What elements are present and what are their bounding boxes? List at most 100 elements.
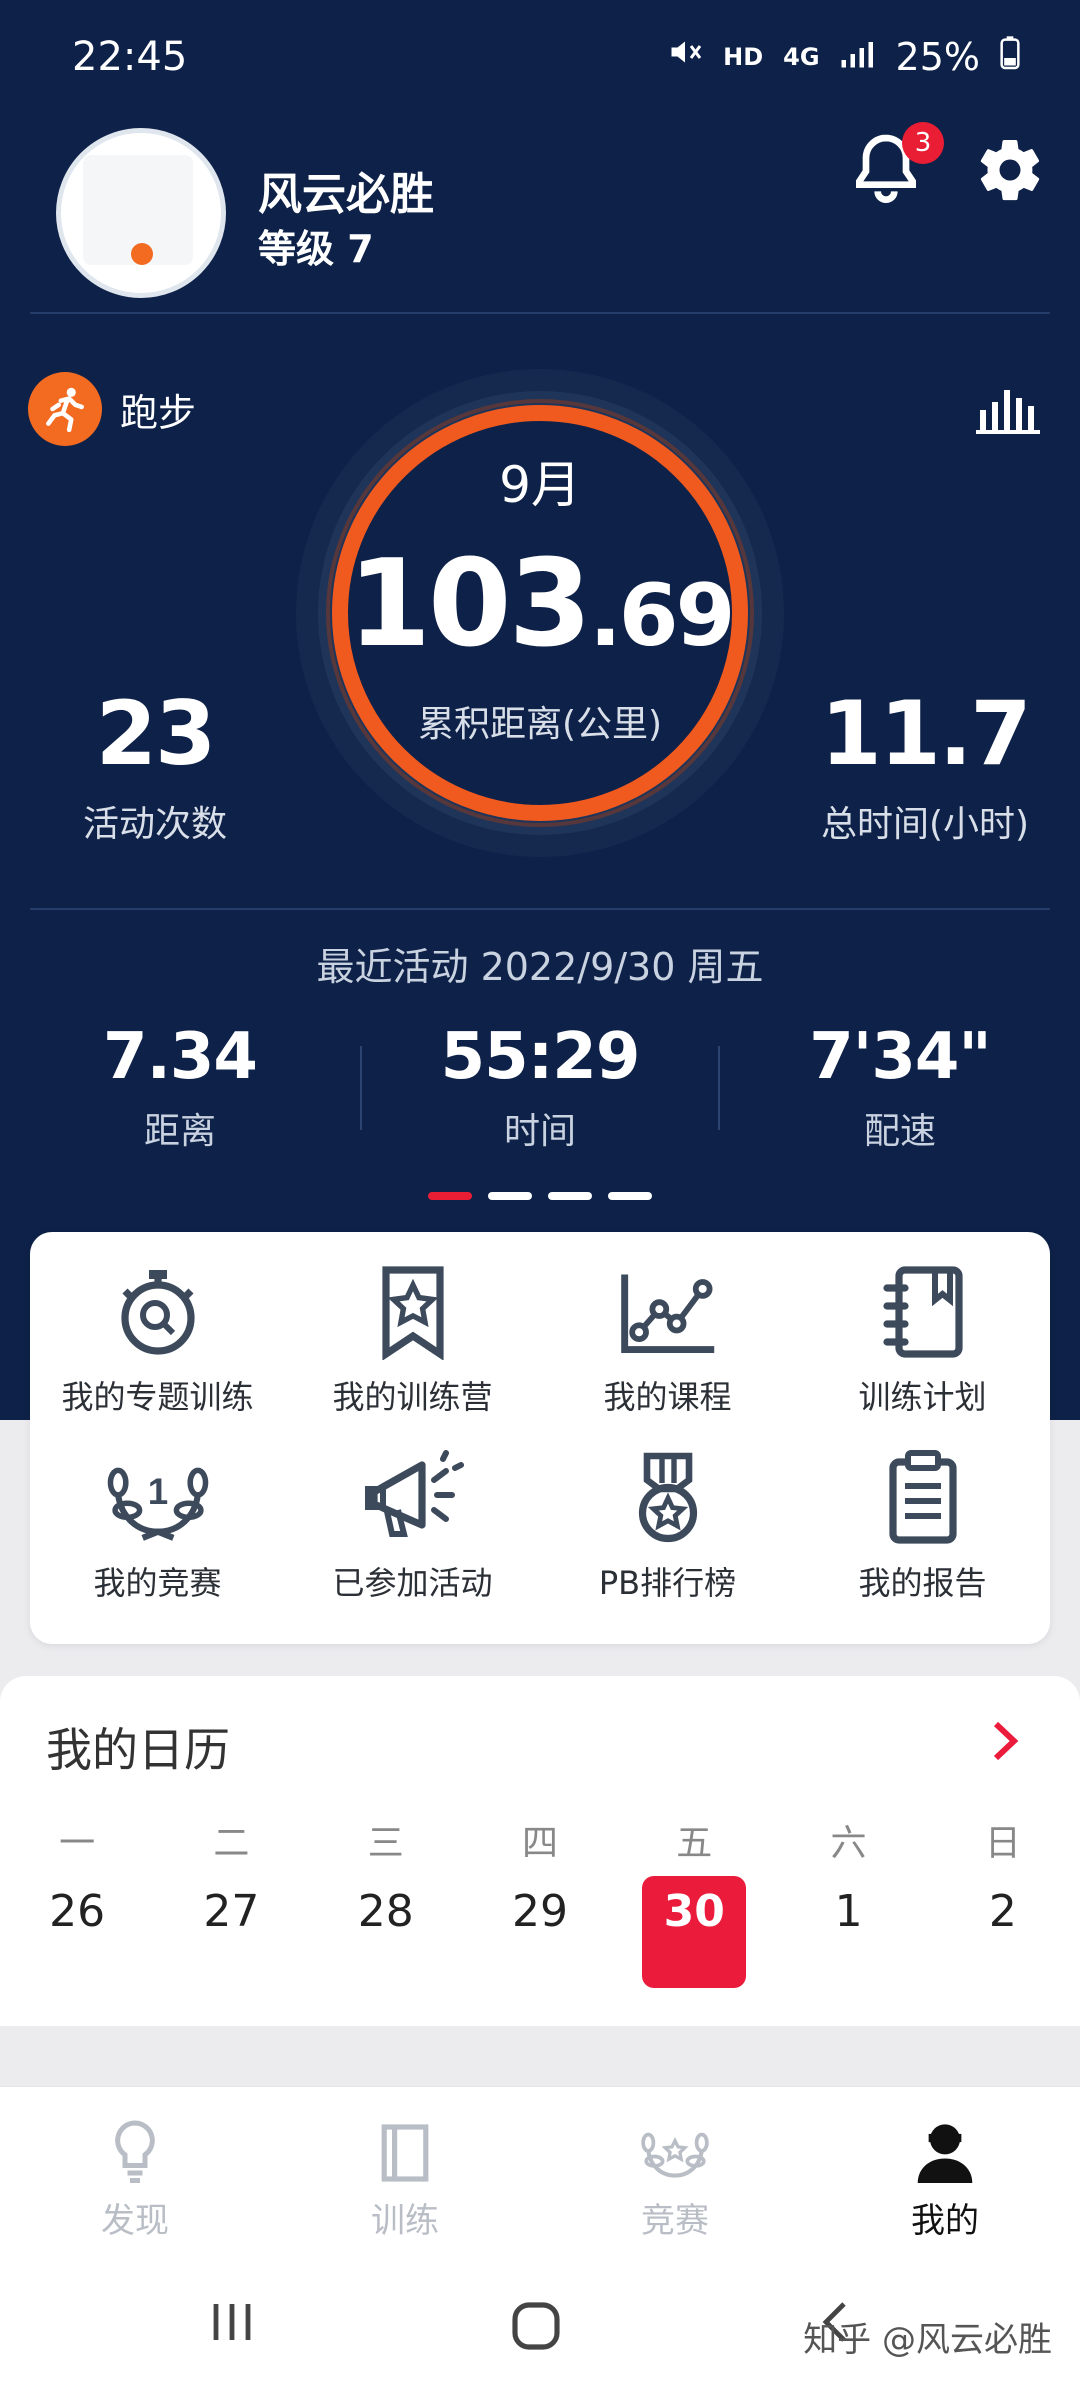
page-dot	[428, 1192, 472, 1200]
calendar-date[interactable]: 26	[0, 1876, 154, 1986]
recent-pace-label: 配速	[863, 1111, 936, 1152]
tab-training[interactable]: 训练	[270, 2087, 540, 2257]
calendar-date[interactable]: 27	[154, 1876, 308, 1986]
bottom-tab-bar: 发现 训练 竞赛 我的	[0, 2086, 1080, 2257]
quick-action-label: 我的训练营	[332, 1378, 493, 1416]
quick-action-topic-training[interactable]: 我的专题训练	[30, 1262, 285, 1418]
home-button[interactable]	[508, 2298, 564, 2358]
book-icon	[381, 2124, 429, 2182]
summary-divider	[30, 908, 1050, 910]
quick-action-label: 我的报告	[858, 1564, 987, 1602]
date-number: 30	[642, 1876, 747, 1988]
gear-icon	[980, 140, 1040, 201]
quick-action-label: 已参加活动	[332, 1564, 493, 1602]
weekday: 三	[367, 1823, 404, 1864]
recent-distance: 7.34 距离	[0, 1020, 360, 1160]
total-time-stat: 11.7 总时间(小时)	[810, 682, 1040, 847]
calendar-date[interactable]: 2	[926, 1876, 1080, 1986]
sport-label: 跑步	[120, 390, 197, 435]
date-number: 28	[357, 1886, 414, 1937]
user-level: 等级 7	[258, 227, 374, 271]
calendar-date[interactable]: 29	[463, 1876, 617, 1986]
page-dot	[548, 1192, 592, 1200]
signal-icon	[840, 35, 876, 79]
mute-icon	[667, 34, 703, 79]
recent-time-label: 时间	[503, 1111, 576, 1152]
status-icons: HD 4G 25%	[667, 34, 1020, 79]
month-label: 9月	[499, 456, 581, 514]
total-time-value: 11.7	[820, 682, 1031, 785]
header-divider	[30, 312, 1050, 314]
monthly-distance-ring[interactable]: 9月 103.69 累积距离(公里)	[292, 365, 788, 861]
quick-action-pb-ranking[interactable]: PB排行榜	[540, 1448, 795, 1604]
tab-competition[interactable]: 竞赛	[540, 2087, 810, 2257]
tab-label: 训练	[371, 2201, 439, 2241]
calendar-more-button[interactable]	[990, 1720, 1020, 1766]
weekday: 四	[521, 1823, 558, 1864]
lightbulb-icon	[115, 2120, 155, 2183]
system-nav-bar: 知乎 @风云必胜	[0, 2256, 1080, 2400]
bar-chart-icon	[976, 390, 1040, 434]
network-type: HD	[723, 42, 764, 71]
weekday: 二	[213, 1823, 250, 1864]
calendar-date[interactable]: 28	[309, 1876, 463, 1986]
calendar-date[interactable]: 1	[771, 1876, 925, 1986]
tab-me[interactable]: 我的	[810, 2087, 1080, 2257]
user-icon	[917, 2124, 973, 2183]
date-number: 2	[988, 1886, 1017, 1937]
profile-header: 风云必胜 等级 7 3	[56, 122, 1056, 298]
recent-activity-title[interactable]: 最近活动 2022/9/30 周五	[0, 936, 1080, 991]
stats-button[interactable]	[976, 378, 1040, 438]
settings-button[interactable]	[974, 134, 1056, 216]
notification-badge: 3	[902, 122, 944, 164]
recent-apps-icon	[213, 2304, 251, 2340]
signal-type: 4G	[783, 42, 820, 71]
battery-percent: 25%	[895, 34, 980, 79]
recent-time: 55:29 时间	[360, 1020, 720, 1160]
recent-separator	[360, 1046, 362, 1130]
recent-time-value: 55:29	[440, 1020, 641, 1094]
recent-distance-value: 7.34	[103, 1020, 258, 1094]
quick-action-label: 我的课程	[603, 1378, 732, 1416]
quick-action-training-plan[interactable]: 训练计划	[795, 1262, 1050, 1418]
avatar[interactable]	[56, 128, 226, 298]
distance-integer: 103	[347, 535, 592, 674]
weekday: 一	[59, 1823, 96, 1864]
date-number: 29	[511, 1886, 568, 1937]
medal-icon	[638, 1452, 697, 1543]
calendar-title: 我的日历	[46, 1723, 230, 1777]
date-number: 27	[203, 1886, 260, 1937]
battery-icon	[1000, 35, 1020, 79]
distance-value: 103.69	[292, 535, 788, 674]
my-calendar-section: 我的日历 一 二 三 四 五 六 日 26 27 28 29 30 1 2	[0, 1676, 1080, 2026]
recent-pace-value: 7'34"	[809, 1020, 992, 1094]
weekday: 五	[676, 1823, 713, 1864]
tab-label: 我的	[911, 2201, 979, 2241]
recent-activity-stats[interactable]: 7.34 距离 55:29 时间 7'34" 配速	[0, 1020, 1080, 1160]
page-dot	[608, 1192, 652, 1200]
running-icon	[28, 372, 102, 446]
quick-action-label: 训练计划	[858, 1378, 987, 1416]
quick-action-label: PB排行榜	[598, 1564, 737, 1602]
tab-discover[interactable]: 发现	[0, 2087, 270, 2257]
megaphone-icon	[364, 1450, 464, 1537]
tab-label: 发现	[101, 2201, 169, 2241]
bookmark-star-icon	[381, 1266, 444, 1360]
recent-apps-button[interactable]	[208, 2298, 256, 2350]
distance-label: 累积距离(公里)	[417, 704, 663, 745]
quick-action-my-competitions[interactable]: 1 我的竞赛	[30, 1448, 285, 1604]
activity-count-value: 23	[95, 682, 216, 785]
total-time-label: 总时间(小时)	[820, 804, 1030, 845]
quick-action-courses[interactable]: 我的课程	[540, 1262, 795, 1418]
weekday: 六	[830, 1823, 867, 1864]
laurel-icon: 1	[107, 1467, 208, 1541]
home-icon	[512, 2302, 560, 2350]
quick-action-training-camp[interactable]: 我的训练营	[285, 1262, 540, 1418]
calendar-date-selected[interactable]: 30	[617, 1876, 771, 1988]
quick-action-my-reports[interactable]: 我的报告	[795, 1448, 1050, 1604]
notification-button[interactable]: 3	[846, 122, 944, 218]
quick-action-joined-events[interactable]: 已参加活动	[285, 1448, 540, 1604]
quick-action-label: 我的专题训练	[61, 1378, 254, 1416]
date-number: 26	[49, 1886, 106, 1937]
sport-selector[interactable]: 跑步	[28, 372, 196, 446]
